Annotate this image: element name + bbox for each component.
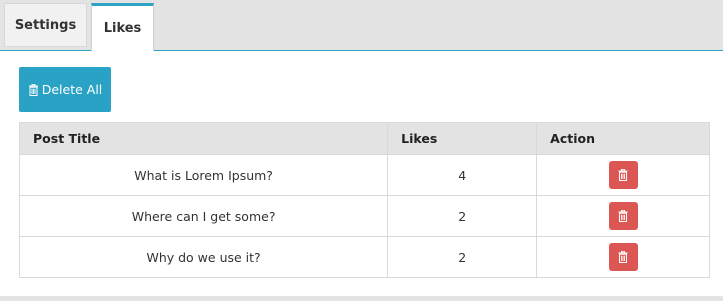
tab-settings[interactable]: Settings <box>4 3 87 47</box>
trash-icon <box>618 251 628 263</box>
delete-all-label: Delete All <box>41 82 103 97</box>
likes-panel: Delete All Post Title Likes Action What … <box>0 50 723 297</box>
action-cell <box>536 195 710 237</box>
header-action: Action <box>536 122 710 155</box>
tab-likes[interactable]: Likes <box>91 3 154 51</box>
trash-icon <box>28 83 38 96</box>
delete-row-button[interactable] <box>608 161 638 189</box>
action-cell <box>536 236 710 278</box>
header-likes: Likes <box>387 122 538 155</box>
likes-count-cell: 4 <box>387 154 538 196</box>
likes-count-cell: 2 <box>387 236 538 278</box>
header-post-title: Post Title <box>18 122 389 155</box>
table-row: What is Lorem Ipsum? 4 <box>18 154 710 196</box>
tab-likes-label: Likes <box>103 21 142 36</box>
tab-bar: Settings Likes <box>0 0 723 51</box>
likes-table: Post Title Likes Action What is Lorem Ip… <box>18 122 710 278</box>
post-title-cell: Why do we use it? <box>18 236 389 278</box>
delete-all-button[interactable]: Delete All <box>19 67 111 112</box>
delete-row-button[interactable] <box>608 243 638 271</box>
table-row: Where can I get some? 2 <box>18 195 710 237</box>
table-header-row: Post Title Likes Action <box>18 122 710 155</box>
trash-icon <box>618 210 628 222</box>
table-row: Why do we use it? 2 <box>18 236 710 278</box>
action-cell <box>536 154 710 196</box>
trash-icon <box>618 169 628 181</box>
likes-count-cell: 2 <box>387 195 538 237</box>
post-title-cell: What is Lorem Ipsum? <box>18 154 389 196</box>
panel-bottom-edge <box>0 296 723 301</box>
post-title-cell: Where can I get some? <box>18 195 389 237</box>
tab-settings-label: Settings <box>14 17 77 33</box>
delete-row-button[interactable] <box>608 202 638 230</box>
